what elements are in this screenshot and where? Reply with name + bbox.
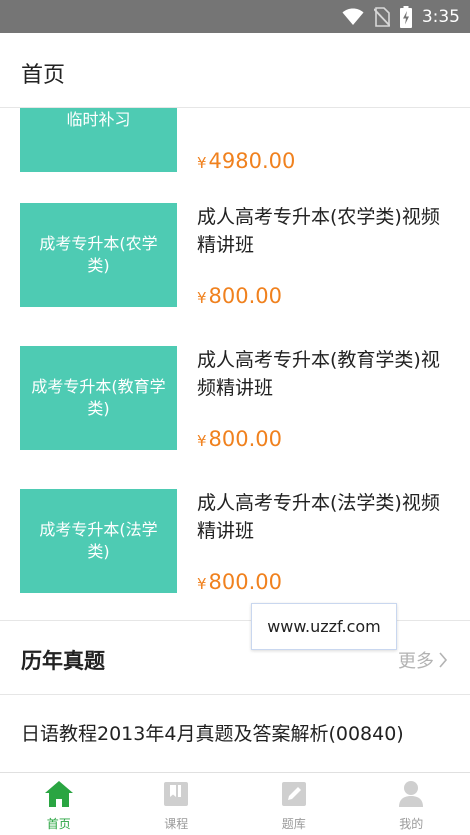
more-link[interactable]: 更多 [398, 647, 448, 673]
home-content[interactable]: 临时补习 ¥4980.00 成考专升本(农学类) 成人高考专升本(农学类)视频精… [0, 108, 470, 772]
currency-symbol: ¥ [197, 289, 207, 307]
course-card[interactable]: 成考专升本(教育学类) 成人高考专升本(教育学类)视频精讲班 ¥800.00 [0, 346, 470, 486]
battery-charging-icon [399, 5, 412, 28]
course-price: ¥800.00 [197, 427, 282, 451]
tab-label: 首页 [46, 817, 71, 831]
course-card[interactable]: 成考专升本(农学类) 成人高考专升本(农学类)视频精讲班 ¥800.00 [0, 203, 470, 343]
chevron-right-icon [439, 652, 448, 668]
course-name[interactable]: 成人高考专升本(教育学类)视频精讲班 [197, 346, 452, 402]
tooltip-text: www.uzzf.com [267, 617, 381, 636]
course-icon [161, 779, 191, 809]
tab-home[interactable]: 首页 [0, 773, 118, 835]
tab-label: 我的 [399, 817, 424, 831]
tab-profile[interactable]: 我的 [353, 773, 470, 835]
tab-course[interactable]: 课程 [118, 773, 236, 835]
status-time: 3:35 [421, 6, 460, 27]
course-price: ¥800.00 [197, 284, 282, 308]
app-bar: 首页 [0, 33, 470, 108]
course-thumbnail[interactable]: 成考专升本(农学类) [20, 203, 177, 307]
url-tooltip: www.uzzf.com [251, 603, 397, 650]
tab-question-bank[interactable]: 题库 [235, 773, 353, 835]
profile-icon [396, 779, 426, 809]
course-card[interactable]: 临时补习 ¥4980.00 [0, 108, 470, 208]
past-exams-header: 历年真题 更多 [0, 621, 470, 694]
course-price: ¥4980.00 [197, 149, 295, 173]
tab-label: 课程 [164, 817, 189, 831]
currency-symbol: ¥ [197, 575, 207, 593]
course-name[interactable]: 成人高考专升本(农学类)视频精讲班 [197, 203, 452, 259]
tab-label: 题库 [281, 817, 306, 831]
course-thumbnail[interactable]: 成考专升本(法学类) [20, 489, 177, 593]
course-card[interactable]: 成考专升本(法学类) 成人高考专升本(法学类)视频精讲班 ¥800.00 [0, 489, 470, 629]
price-value: 800.00 [208, 570, 283, 594]
bottom-tab-bar: 首页 课程 题库 我的 [0, 772, 470, 835]
course-thumbnail[interactable]: 临时补习 [20, 108, 177, 172]
page-title: 首页 [21, 63, 66, 88]
currency-symbol: ¥ [197, 432, 207, 450]
status-icons: 3:35 [342, 0, 460, 33]
exam-list-item[interactable]: 日语教程2013年4月真题及答案解析(00840) [0, 695, 470, 772]
currency-symbol: ¥ [197, 154, 207, 172]
price-value: 4980.00 [208, 149, 296, 173]
exam-title[interactable]: 日语教程2013年4月真题及答案解析(00840) [21, 719, 404, 746]
home-icon [44, 779, 74, 809]
more-label: 更多 [398, 651, 434, 672]
no-sim-icon [373, 6, 390, 27]
section-title: 历年真题 [21, 649, 105, 673]
course-price: ¥800.00 [197, 570, 282, 594]
question-bank-icon [279, 779, 309, 809]
course-name[interactable]: 成人高考专升本(法学类)视频精讲班 [197, 489, 452, 545]
status-bar: 3:35 [0, 0, 470, 33]
wifi-icon [342, 8, 364, 25]
price-value: 800.00 [208, 427, 283, 451]
course-thumbnail[interactable]: 成考专升本(教育学类) [20, 346, 177, 450]
price-value: 800.00 [208, 284, 283, 308]
